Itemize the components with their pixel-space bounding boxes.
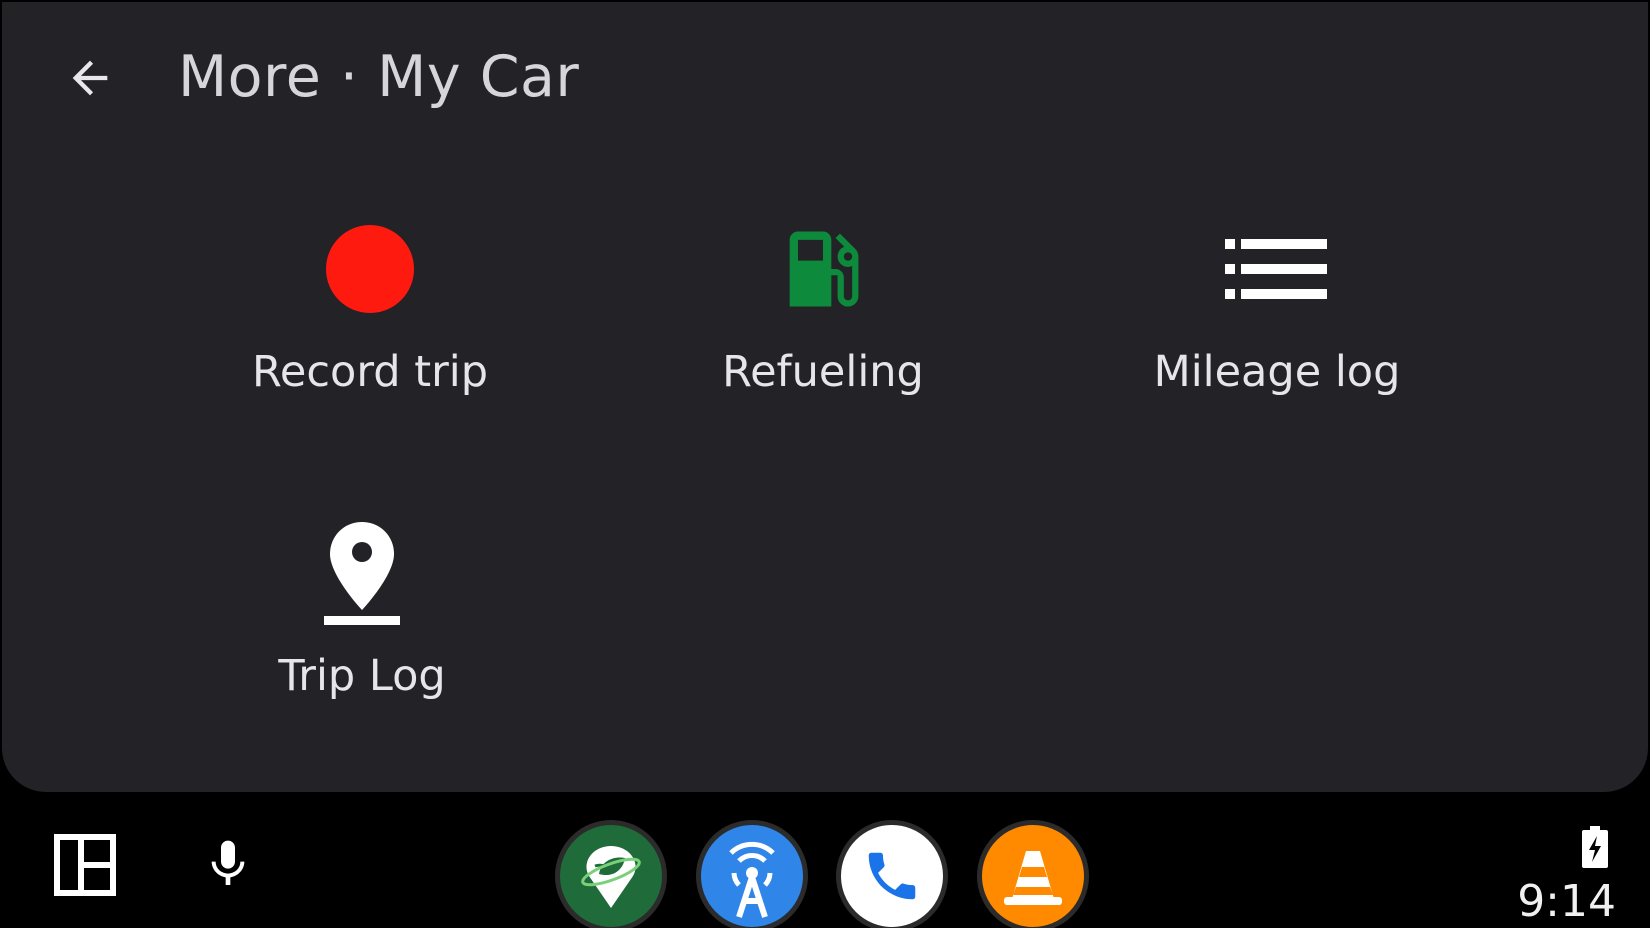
voice-assistant-button[interactable] <box>192 824 264 904</box>
trip-log-label: Trip Log <box>278 651 446 701</box>
mileage-log-tile[interactable]: Mileage log <box>1097 214 1457 454</box>
antenna-radio-app-icon[interactable] <box>696 820 808 928</box>
android-auto-screen: More · My Car Record trip Refueling Mile… <box>0 0 1650 928</box>
mileage-log-label: Mileage log <box>1153 347 1401 397</box>
traffic-cone-app-icon[interactable] <box>977 820 1089 928</box>
phone-app-icon[interactable] <box>836 820 948 928</box>
microphone-icon <box>211 840 245 885</box>
record-trip-tile[interactable]: Record trip <box>190 214 550 454</box>
antenna-radio-glyph <box>729 841 775 918</box>
arrow-back-icon <box>72 60 108 96</box>
bottom-bar: 9:14 <box>0 800 1650 928</box>
split-screen-icon <box>54 834 116 896</box>
eco-leaf-pin-app-icon[interactable] <box>555 820 667 928</box>
refueling-label: Refueling <box>722 347 924 397</box>
list-icon <box>1225 239 1327 299</box>
refueling-tile[interactable]: Refueling <box>643 214 1003 454</box>
record-trip-label: Record trip <box>251 347 489 397</box>
page-title: More · My Car <box>178 44 580 110</box>
dashboard-button[interactable] <box>50 830 120 900</box>
battery-charging-icon <box>1580 826 1610 874</box>
clock: 9:14 <box>1517 876 1616 927</box>
fuel-pump-icon <box>789 231 859 307</box>
phone-glyph <box>868 852 916 900</box>
app-card: More · My Car Record trip Refueling Mile… <box>2 2 1648 792</box>
back-button[interactable] <box>52 40 128 116</box>
traffic-cone-glyph <box>1004 851 1062 905</box>
eco-leaf-pin-glyph <box>581 846 641 908</box>
record-dot-icon <box>326 225 414 313</box>
location-pin-icon <box>324 522 400 625</box>
trip-log-tile[interactable]: Trip Log <box>182 518 542 758</box>
header: More · My Car <box>2 2 1648 152</box>
